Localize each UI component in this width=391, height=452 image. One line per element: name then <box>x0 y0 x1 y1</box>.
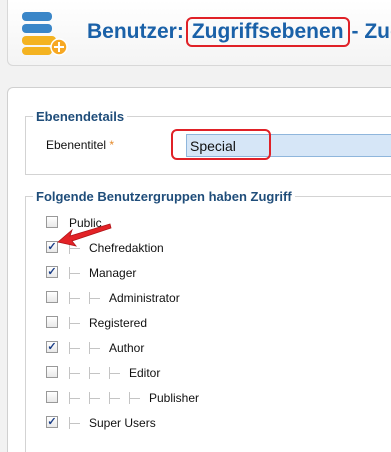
page-title: Benutzer:Zugriffsebenen- Zug <box>87 17 391 47</box>
tree-indent <box>69 267 89 279</box>
group-checkbox[interactable] <box>46 391 58 403</box>
group-label: Author <box>109 341 145 355</box>
title-highlight: Zugriffsebenen <box>185 17 350 47</box>
title-suffix: - Zug <box>351 20 391 43</box>
page-header: Benutzer:Zugriffsebenen- Zug <box>7 0 391 66</box>
tree-indent <box>69 317 89 329</box>
input-highlight <box>171 129 271 160</box>
tree-indent <box>69 367 129 379</box>
group-label: Registered <box>89 316 148 330</box>
tree-indent <box>69 342 109 354</box>
tree-indent <box>69 392 149 404</box>
group-label: Super Users <box>89 416 156 430</box>
required-mark: * <box>109 138 115 152</box>
group-checkbox[interactable]: ✓ <box>46 341 58 353</box>
arrow-pointer-icon <box>57 223 112 247</box>
title-prefix: Benutzer: <box>87 20 184 43</box>
users-icon <box>22 12 68 56</box>
group-checkbox[interactable]: ✓ <box>46 416 58 428</box>
tree-indent <box>69 417 89 429</box>
groups-legend: Folgende Benutzergruppen haben Zugriff <box>36 189 292 204</box>
group-checkbox[interactable] <box>46 291 58 303</box>
tree-indent <box>69 292 109 304</box>
group-label: Administrator <box>109 291 180 305</box>
group-label: Editor <box>129 366 161 380</box>
group-checkbox[interactable] <box>46 316 58 328</box>
level-title-label-text: Ebenentitel <box>46 138 107 152</box>
group-label: Publisher <box>149 391 200 405</box>
group-checkbox[interactable]: ✓ <box>46 266 58 278</box>
level-title-label: Ebenentitel * <box>46 138 114 152</box>
group-checkbox[interactable] <box>46 366 58 378</box>
level-details-legend: Ebenendetails <box>36 109 125 124</box>
group-label: Manager <box>89 266 137 280</box>
